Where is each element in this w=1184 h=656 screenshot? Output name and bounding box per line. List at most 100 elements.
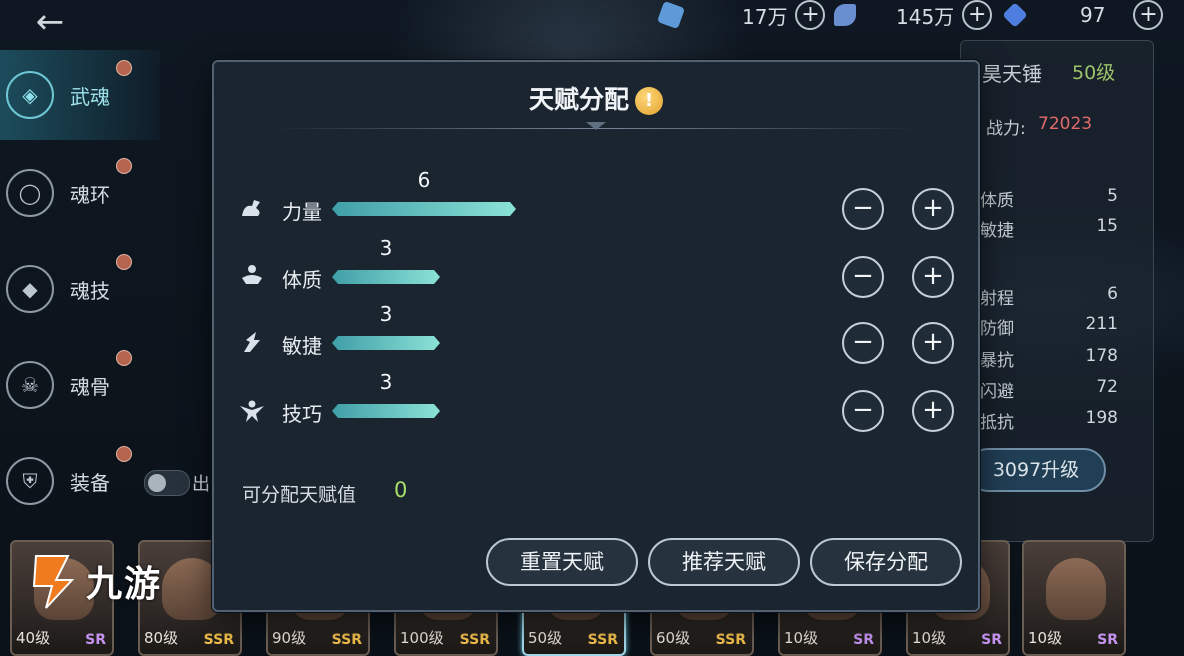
constitution-minus-button[interactable]: −	[842, 256, 884, 298]
sidebar-item-equipment[interactable]: ⛨ 装备	[0, 436, 160, 526]
sidebar-item-label: 武魂	[70, 84, 110, 109]
talent-allocation-dialog: 天赋分配! 力量 6 − + 体质 3 − + 敏捷 3 − + 技巧 3 − …	[212, 60, 980, 612]
talent-value: 6	[417, 168, 431, 192]
strength-icon	[242, 200, 260, 216]
talent-bar	[332, 336, 440, 350]
resource-diamond	[1002, 0, 1028, 30]
add-soul-button[interactable]: +	[962, 0, 993, 30]
watermark-logo: 九游	[28, 548, 198, 614]
add-diamond-button[interactable]: +	[1133, 0, 1164, 30]
stat-value: 15	[1096, 216, 1118, 236]
sidebar-item-ring[interactable]: ◯ 魂环	[0, 148, 160, 238]
hero-card-level: 10级	[784, 629, 819, 647]
stat-label: 射程	[980, 289, 1014, 309]
talent-value: 3	[379, 236, 393, 260]
talent-bar	[332, 404, 440, 418]
sidebar-item-label: 装备	[70, 470, 110, 495]
stat-label: 暴抗	[980, 351, 1014, 371]
show-toggle[interactable]	[144, 470, 190, 496]
technique-icon	[240, 400, 264, 422]
sidebar-item-label: 魂环	[70, 182, 110, 207]
toggle-label: 出	[192, 474, 210, 495]
add-crystal-button[interactable]: +	[795, 0, 826, 30]
stat-label: 体质	[980, 191, 1014, 211]
notification-dot	[116, 254, 132, 270]
strength-minus-button[interactable]: −	[842, 188, 884, 230]
recommend-talent-button[interactable]: 推荐天赋	[648, 538, 800, 586]
bone-icon: ☠	[6, 361, 54, 409]
talent-bar	[332, 270, 440, 284]
resource-soul	[834, 0, 856, 30]
stat-label: 防御	[980, 319, 1014, 339]
constitution-icon	[242, 265, 262, 284]
back-arrow-icon[interactable]: ←	[30, 4, 70, 40]
sidebar-item-bone[interactable]: ☠ 魂骨	[0, 340, 160, 430]
notification-dot	[116, 446, 132, 462]
sidebar-item-label: 魂技	[70, 278, 110, 303]
sidebar-item-spirit[interactable]: ◈ 武魂	[0, 50, 160, 140]
soul-icon	[834, 4, 856, 26]
rarity-badge: SSR	[715, 632, 746, 648]
rarity-badge: SR	[1097, 632, 1118, 648]
hero-card-level: 50级	[528, 629, 563, 647]
talent-bar	[332, 202, 516, 216]
rarity-badge: SSR	[587, 632, 618, 648]
stat-label: 敏捷	[980, 221, 1014, 241]
talent-label: 敏捷	[282, 334, 322, 358]
hero-card[interactable]: 10级 SR	[1022, 540, 1126, 656]
talent-label: 体质	[282, 268, 322, 292]
hero-card-level: 10级	[1028, 629, 1063, 647]
divider-ornament	[586, 122, 606, 130]
upgrade-button[interactable]: 3097升级	[966, 448, 1106, 492]
rarity-badge: SSR	[459, 632, 490, 648]
crystal-icon	[656, 0, 686, 30]
technique-minus-button[interactable]: −	[842, 390, 884, 432]
talent-row-agility: 敏捷 3 − +	[214, 302, 982, 372]
hero-card-level: 10级	[912, 629, 947, 647]
hero-card-level: 40级	[16, 629, 51, 647]
talent-label: 力量	[282, 200, 322, 224]
constitution-plus-button[interactable]: +	[912, 256, 954, 298]
nine-game-logo-icon	[32, 555, 75, 609]
technique-plus-button[interactable]: +	[912, 390, 954, 432]
resource-crystal-count: 17万 +	[736, 0, 826, 30]
talent-row-constitution: 体质 3 − +	[214, 236, 982, 306]
stat-value: 72	[1096, 377, 1118, 397]
stat-value: 198	[1085, 408, 1118, 428]
hero-name: 昊天锤	[982, 62, 1042, 86]
equipment-icon: ⛨	[6, 457, 54, 505]
hero-card-level: 80级	[144, 629, 179, 647]
hero-level: 50级	[1072, 62, 1116, 84]
talent-row-strength: 力量 6 − +	[214, 168, 982, 238]
power-value: 72023	[1038, 114, 1093, 134]
power-label: 战力:	[986, 119, 1026, 139]
resource-diamond-count: 97 +	[1074, 0, 1164, 30]
talent-value: 3	[379, 370, 393, 394]
rarity-badge: SR	[85, 632, 106, 648]
agility-minus-button[interactable]: −	[842, 322, 884, 364]
reset-talent-button[interactable]: 重置天赋	[486, 538, 638, 586]
info-icon[interactable]: !	[635, 87, 663, 115]
strength-plus-button[interactable]: +	[912, 188, 954, 230]
resource-soul-count: 145万 +	[890, 0, 993, 30]
stat-label: 闪避	[980, 382, 1014, 402]
save-allocation-button[interactable]: 保存分配	[810, 538, 962, 586]
stat-value: 178	[1085, 346, 1118, 366]
rarity-badge: SR	[981, 632, 1002, 648]
resource-value: 97	[1080, 3, 1106, 27]
agility-plus-button[interactable]: +	[912, 322, 954, 364]
rarity-badge: SSR	[331, 632, 362, 648]
stat-label: 抵抗	[980, 413, 1014, 433]
talent-label: 技巧	[282, 402, 322, 426]
diamond-icon	[1002, 2, 1028, 28]
dialog-title-text: 天赋分配	[528, 85, 629, 114]
sidebar-item-label: 魂骨	[70, 374, 110, 399]
notification-dot	[116, 158, 132, 174]
resource-value: 145万	[896, 4, 955, 29]
available-points-value: 0	[394, 478, 408, 502]
talent-row-technique: 技巧 3 − +	[214, 370, 982, 440]
sidebar-item-skill[interactable]: ◆ 魂技	[0, 244, 160, 334]
notification-dot	[116, 350, 132, 366]
agility-icon	[244, 332, 260, 352]
hero-card-level: 90级	[272, 629, 307, 647]
